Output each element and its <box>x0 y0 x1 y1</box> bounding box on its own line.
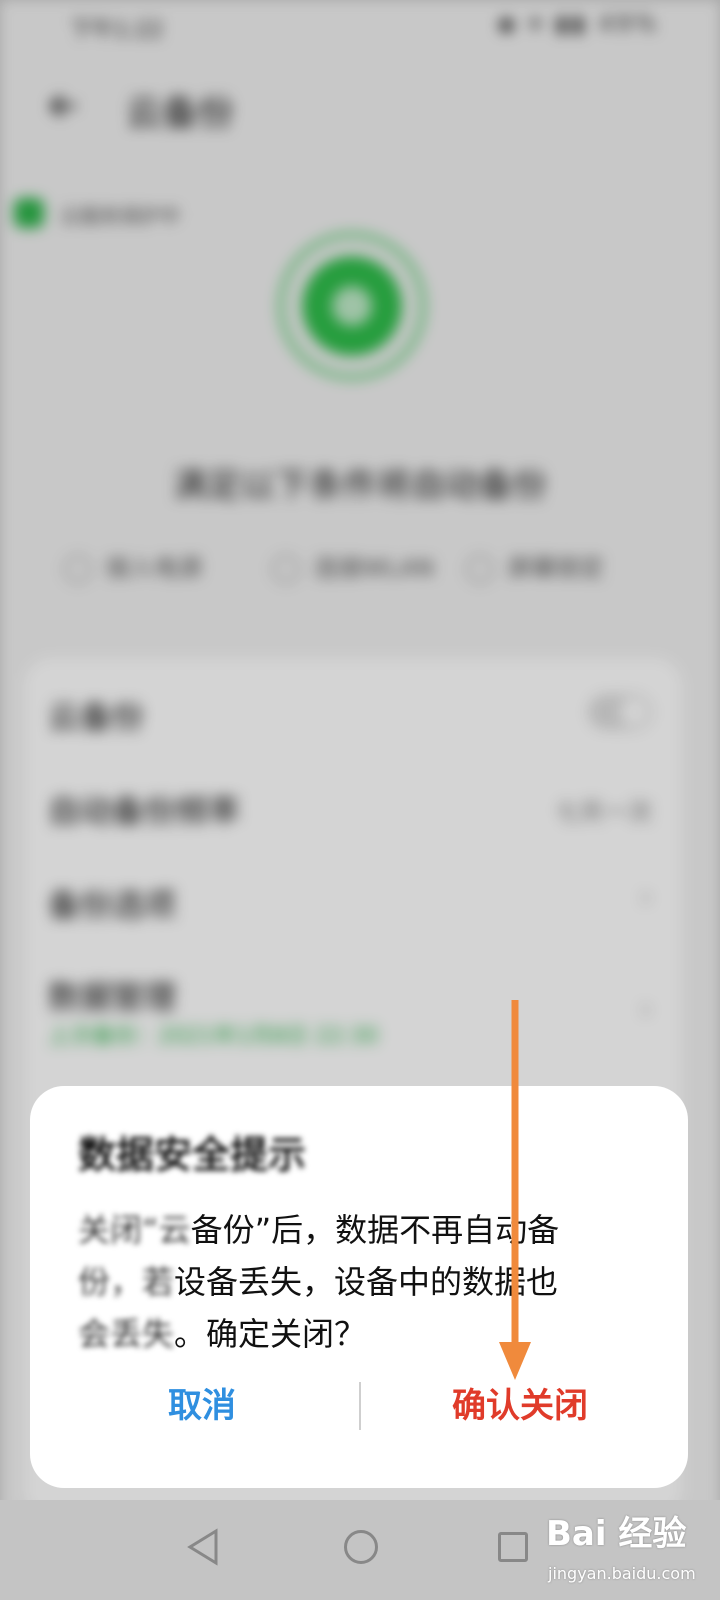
cancel-button[interactable]: 取消 <box>52 1376 352 1436</box>
watermark-logo: Bai 经验 <box>546 1514 687 1554</box>
watermark-url: jingyan.baidu.com <box>548 1564 696 1583</box>
nav-recents-icon[interactable] <box>498 1532 528 1562</box>
nav-home-icon[interactable] <box>344 1530 378 1564</box>
dialog-message-part: 份，若 <box>78 1263 175 1301</box>
dialog-message-part: 关闭“云 <box>78 1211 191 1249</box>
dialog-message-part: 会丢失 <box>78 1315 175 1353</box>
button-divider <box>359 1382 361 1430</box>
confirm-dialog: 数据安全提示 关闭“云备份”后，数据不再自动备 份，若设备丢失，设备中的数据也 … <box>30 1086 688 1488</box>
nav-back-icon[interactable] <box>186 1528 220 1566</box>
annotation-arrow-icon <box>499 1000 531 1380</box>
dialog-message-part: 。确定关闭？ <box>174 1315 367 1353</box>
dialog-message: 关闭“云备份”后，数据不再自动备 份，若设备丢失，设备中的数据也 会丢失。确定关… <box>78 1204 648 1360</box>
baidu-watermark: Bai 经验 jingyan.baidu.com <box>546 1504 706 1594</box>
dialog-title: 数据安全提示 <box>78 1133 307 1177</box>
